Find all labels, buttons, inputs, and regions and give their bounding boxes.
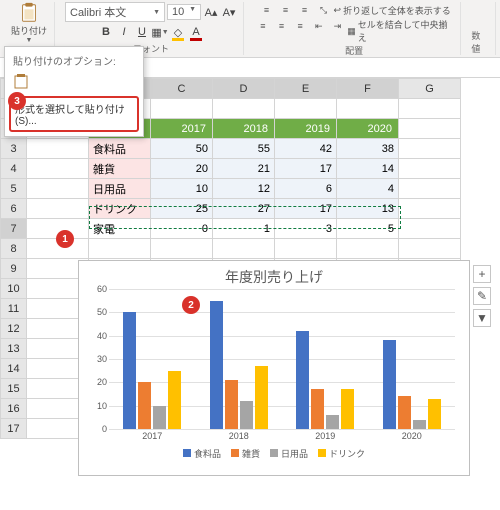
chart-legend[interactable]: 食料品雑貨日用品ドリンク (79, 441, 469, 466)
paste-button[interactable]: 貼り付け ▼ (10, 2, 48, 44)
callout-badge-3: 3 (8, 92, 26, 110)
chevron-down-icon: ▼ (26, 37, 33, 44)
callout-badge-1: 1 (56, 230, 74, 248)
font-name-select[interactable]: Calibri 本文▼ (65, 2, 165, 22)
align-center-button[interactable]: ≡ (273, 18, 291, 34)
chart-filter-button[interactable]: ▼ (473, 309, 491, 327)
col-header[interactable]: D (213, 79, 275, 99)
alignment-group: ≡ ≡ ≡ ⤡ ↩ 折り返して全体を表示する ≡ ≡ ≡ ⇤ ⇥ ▦ セルを結合… (248, 2, 461, 55)
paste-menu-title: 貼り付けのオプション: (9, 51, 139, 70)
paste-option-icon[interactable] (11, 72, 31, 92)
chart-title[interactable]: 年度別売り上げ (79, 261, 469, 289)
callout-badge-2: 2 (182, 296, 200, 314)
clipboard-icon (18, 2, 40, 24)
wrap-text-button[interactable]: ↩ 折り返して全体を表示する (334, 2, 451, 18)
indent-inc-button[interactable]: ⇥ (329, 18, 347, 34)
chart-side-buttons: + ✎ ▼ (473, 265, 491, 327)
x-axis: 2017201820192020 (109, 431, 455, 441)
fill-color-button[interactable]: ◇ (170, 24, 186, 40)
paste-label: 貼り付け (11, 24, 47, 37)
col-header[interactable]: G (399, 79, 461, 99)
align-bottom-button[interactable]: ≡ (296, 2, 314, 18)
orientation-button[interactable]: ⤡ (315, 2, 333, 18)
y-axis: 0102030405060 (85, 289, 107, 429)
merge-center-button[interactable]: ▦ セルを結合して中央揃え (347, 18, 454, 44)
underline-button[interactable]: U (134, 24, 150, 40)
italic-button[interactable]: I (116, 24, 132, 40)
col-header[interactable]: E (275, 79, 337, 99)
number-group: 数値 (465, 2, 496, 55)
font-color-button[interactable]: A (188, 24, 204, 40)
bold-button[interactable]: B (98, 24, 114, 40)
alignment-group-label: 配置 (345, 44, 363, 57)
embedded-chart[interactable]: 年度別売り上げ 0102030405060 2017201820192020 食… (78, 260, 470, 476)
align-right-button[interactable]: ≡ (291, 18, 309, 34)
col-header[interactable]: F (337, 79, 399, 99)
decrease-font-button[interactable]: A▾ (221, 4, 237, 20)
number-group-label: 数値 (471, 29, 489, 55)
chart-plot-area[interactable]: 0102030405060 (109, 289, 455, 429)
align-middle-button[interactable]: ≡ (277, 2, 295, 18)
increase-font-button[interactable]: A▴ (203, 4, 219, 20)
indent-dec-button[interactable]: ⇤ (310, 18, 328, 34)
chart-styles-button[interactable]: ✎ (473, 287, 491, 305)
align-top-button[interactable]: ≡ (258, 2, 276, 18)
font-size-select[interactable]: 10▼ (167, 4, 201, 20)
paste-options-menu: 貼り付けのオプション: 形式を選択して貼り付け(S)... (4, 46, 144, 137)
chart-elements-button[interactable]: + (473, 265, 491, 283)
col-header[interactable]: C (151, 79, 213, 99)
align-left-button[interactable]: ≡ (254, 18, 272, 34)
chart-bars (109, 289, 455, 429)
paste-special-button[interactable]: 形式を選択して貼り付け(S)... (9, 96, 139, 132)
border-button[interactable]: ▦▼ (152, 24, 168, 40)
